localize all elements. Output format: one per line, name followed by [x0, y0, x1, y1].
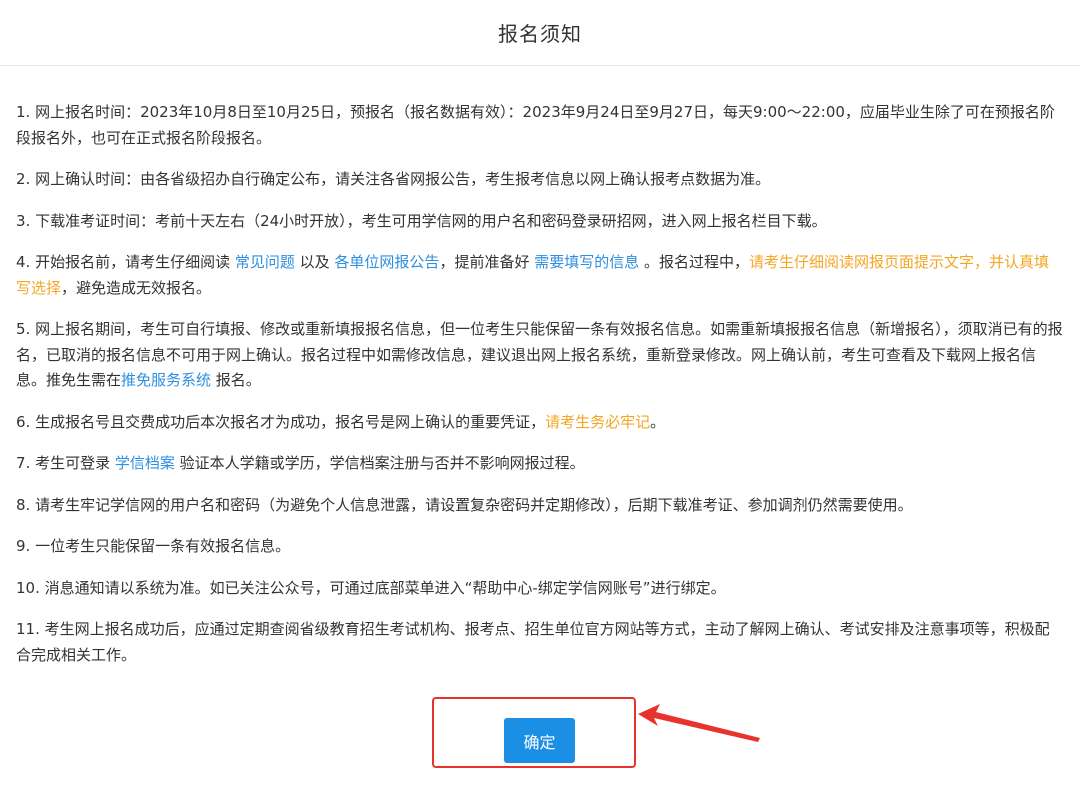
notice-text: 6. 生成报名号且交费成功后本次报名才为成功，报名号是网上确认的重要凭证， [16, 412, 546, 431]
faq-link[interactable]: 常见问题 [235, 253, 295, 271]
notice-item-11: 11. 考生网上报名成功后，应通过定期查阅省级教育招生考试机构、报考点、招生单位… [16, 620, 1050, 664]
notice-text: 。 [650, 412, 666, 431]
annotation-arrow-icon [638, 704, 760, 742]
notice-text: 以及 [294, 253, 335, 271]
notice-item-5: 5. 网上报名期间，考生可自行填报、修改或重新填报报名信息，但一位考生只能保留一… [16, 317, 1064, 394]
notice-text: ，避免造成无效报名。 [61, 278, 212, 297]
confirm-button[interactable]: 确定 [504, 718, 575, 763]
recommendation-system-link[interactable]: 推免服务系统 [121, 371, 211, 389]
notice-item-7: 7. 考生可登录 学信档案 验证本人学籍或学历，学信档案注册与否并不影响网报过程… [16, 451, 1064, 477]
notice-item-10: 10. 消息通知请以系统为准。如已关注公众号，可通过底部菜单进入“帮助中心-绑定… [16, 578, 726, 597]
notice-item-3: 3. 下载准考证时间：考前十天左右（24小时开放），考生可用学信网的用户名和密码… [16, 211, 827, 230]
confirm-button-wrap: 确定 [504, 718, 575, 763]
notice-text: ，提前准备好 [439, 253, 535, 271]
notice-item-4: 4. 开始报名前，请考生仔细阅读 常见问题 以及 各单位网报公告，提前准备好 需… [16, 250, 1064, 301]
notice-item-8: 8. 请考生牢记学信网的用户名和密码（为避免个人信息泄露，请设置复杂密码并定期修… [16, 495, 913, 514]
page-title: 报名须知 [498, 22, 582, 46]
notice-text: 。报名过程中， [639, 253, 750, 271]
notice-item-1: 1. 网上报名时间：2023年10月8日至10月25日，预报名（报名数据有效）：… [16, 103, 1055, 147]
notice-item-6: 6. 生成报名号且交费成功后本次报名才为成功，报名号是网上确认的重要凭证，请考生… [16, 410, 1064, 436]
required-info-link[interactable]: 需要填写的信息 [534, 253, 639, 271]
notice-text: 报名。 [211, 371, 261, 389]
notice-list: 1. 网上报名时间：2023年10月8日至10月25日，预报名（报名数据有效）：… [16, 100, 1064, 684]
notice-text: 7. 考生可登录 [16, 454, 115, 472]
warning-text: 请考生务必牢记 [545, 412, 651, 431]
notice-text: 4. 开始报名前，请考生仔细阅读 [16, 253, 235, 271]
notice-text: 验证本人学籍或学历，学信档案注册与否并不影响网报过程。 [174, 454, 585, 472]
xuexin-archive-link[interactable]: 学信档案 [115, 454, 175, 472]
dialog-header: 报名须知 [0, 0, 1080, 66]
unit-announcement-link[interactable]: 各单位网报公告 [334, 253, 439, 271]
notice-item-2: 2. 网上确认时间：由各省级招办自行确定公布，请关注各省网报公告，考生报考信息以… [16, 170, 771, 188]
notice-item-9: 9. 一位考生只能保留一条有效报名信息。 [16, 537, 291, 555]
